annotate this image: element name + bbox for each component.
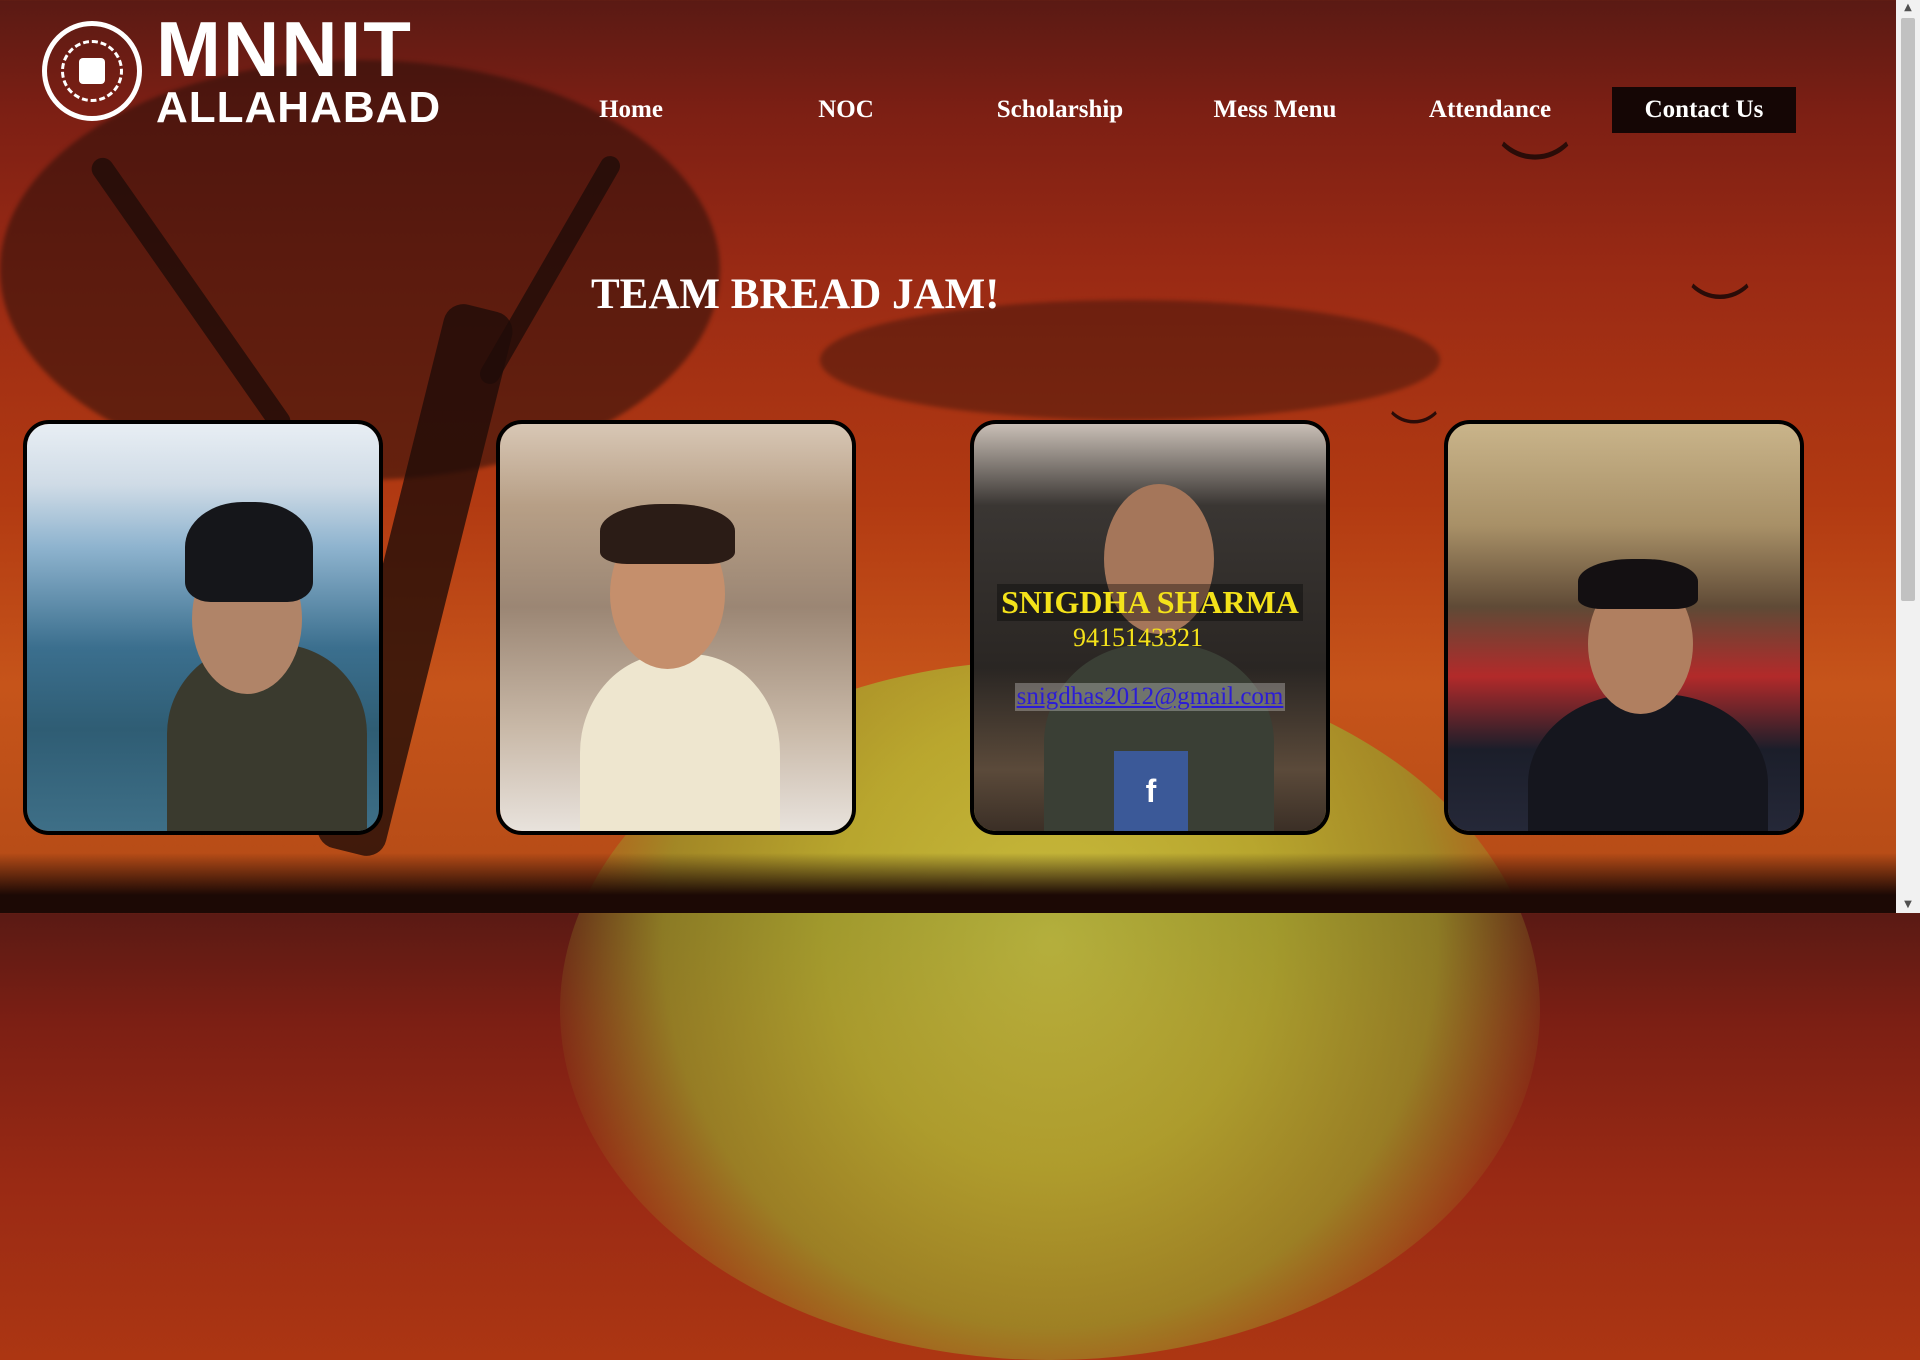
- photo-hat: [185, 502, 313, 602]
- main-nav: Home NOC Scholarship Mess Menu Attendanc…: [0, 87, 1920, 133]
- member-photo: [500, 424, 852, 831]
- member-photo: [1448, 424, 1800, 831]
- scroll-up-arrow-icon[interactable]: ▲: [1896, 0, 1920, 16]
- bird-icon: ︶: [1500, 135, 1570, 217]
- grass-silhouette: [0, 853, 1920, 913]
- nav-home[interactable]: Home: [570, 87, 692, 133]
- scrollbar-thumb[interactable]: [1901, 18, 1915, 601]
- member-contact-info: SNIGDHA SHARMA 9415143321 snigdhas2012@g…: [974, 584, 1326, 711]
- nav-scholarship[interactable]: Scholarship: [985, 87, 1135, 133]
- team-member-card[interactable]: [23, 420, 383, 835]
- facebook-icon: f: [1145, 773, 1157, 809]
- team-member-card[interactable]: [1444, 420, 1804, 835]
- member-photo: [27, 424, 379, 831]
- team-member-card-featured[interactable]: SNIGDHA SHARMA 9415143321 snigdhas2012@g…: [970, 420, 1330, 835]
- scroll-down-arrow-icon[interactable]: ▼: [1896, 897, 1920, 913]
- logo-main-text: MNNIT: [156, 5, 413, 93]
- nav-mess-menu[interactable]: Mess Menu: [1200, 87, 1350, 133]
- bird-icon: ︶: [1390, 407, 1439, 463]
- nav-contact-us[interactable]: Contact Us: [1612, 87, 1796, 133]
- facebook-button[interactable]: f: [1114, 751, 1188, 831]
- photo-hair: [600, 504, 735, 564]
- nav-attendance[interactable]: Attendance: [1415, 87, 1565, 133]
- photo-hair: [1578, 559, 1698, 609]
- member-name: SNIGDHA SHARMA: [997, 584, 1303, 621]
- member-email-link[interactable]: snigdhas2012@gmail.com: [1014, 683, 1286, 711]
- photo-body: [1528, 694, 1768, 831]
- page-title: TEAM BREAD JAM!: [591, 271, 1000, 318]
- nav-noc[interactable]: NOC: [800, 87, 892, 133]
- photo-body: [580, 654, 780, 831]
- member-phone: 9415143321: [1073, 623, 1203, 652]
- page-scrollbar[interactable]: ▲ ▼: [1896, 0, 1920, 913]
- team-member-card[interactable]: [496, 420, 856, 835]
- bird-icon: ︶: [1690, 279, 1750, 349]
